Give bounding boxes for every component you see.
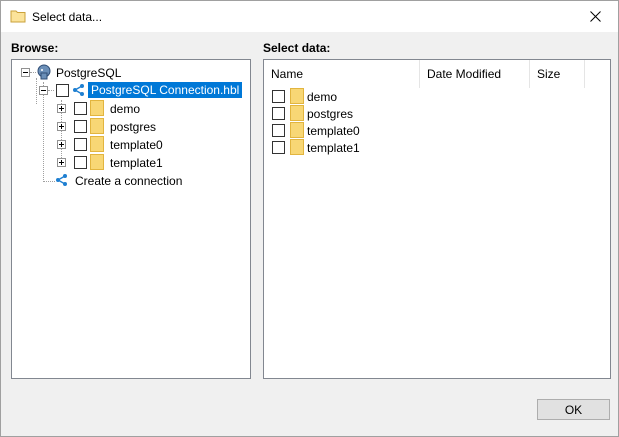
template0-checkbox[interactable] bbox=[74, 138, 87, 151]
list-item[interactable]: template0 bbox=[264, 122, 610, 140]
tree-line bbox=[48, 90, 54, 92]
template0-row-checkbox[interactable] bbox=[272, 124, 285, 137]
folder-icon bbox=[90, 100, 104, 116]
postgresql-elephant-icon bbox=[37, 64, 51, 80]
connection-checkbox[interactable] bbox=[56, 84, 69, 97]
close-button[interactable] bbox=[572, 1, 618, 32]
folder-icon bbox=[290, 139, 304, 155]
template1-row-checkbox[interactable] bbox=[272, 141, 285, 154]
tree-node-template0[interactable]: template0 bbox=[110, 138, 163, 152]
column-header-date-modified[interactable]: Date Modified bbox=[420, 60, 530, 88]
folder-icon bbox=[290, 122, 304, 138]
column-header-name[interactable]: Name bbox=[264, 60, 420, 88]
postgres-checkbox[interactable] bbox=[74, 120, 87, 133]
folder-icon bbox=[90, 154, 104, 170]
list-item-label: demo bbox=[307, 90, 338, 104]
list-item-label: template1 bbox=[307, 141, 360, 155]
folder-icon bbox=[90, 136, 104, 152]
tree-node-template1[interactable]: template1 bbox=[110, 156, 163, 170]
title-bar: Select data... bbox=[1, 1, 618, 32]
list-item[interactable]: postgres bbox=[264, 105, 610, 123]
data-list[interactable]: Name Date Modified Size demo postgres te… bbox=[263, 59, 611, 379]
demo-checkbox[interactable] bbox=[74, 102, 87, 115]
list-item-label: template0 bbox=[307, 124, 360, 138]
select-data-dialog: Select data... Browse: Select data: Post… bbox=[0, 0, 619, 437]
folder-icon bbox=[90, 118, 104, 134]
folder-icon bbox=[10, 10, 26, 23]
browse-tree[interactable]: PostgreSQL PostgreSQL Connection.hbl dem… bbox=[11, 59, 251, 379]
tree-node-postgres[interactable]: postgres bbox=[110, 120, 156, 134]
share-connection-icon bbox=[73, 84, 84, 96]
expand-template0-toggle[interactable] bbox=[57, 140, 66, 149]
postgres-row-checkbox[interactable] bbox=[272, 107, 285, 120]
tree-line bbox=[36, 78, 38, 104]
select-data-label: Select data: bbox=[263, 41, 331, 55]
tree-node-create-connection[interactable]: Create a connection bbox=[75, 174, 182, 188]
tree-node-connection[interactable]: PostgreSQL Connection.hbl bbox=[88, 82, 243, 98]
list-item-label: postgres bbox=[307, 107, 354, 121]
tree-line bbox=[43, 82, 45, 182]
column-header-size[interactable]: Size bbox=[530, 60, 585, 88]
folder-icon bbox=[290, 105, 304, 121]
tree-line bbox=[43, 181, 55, 183]
demo-row-checkbox[interactable] bbox=[272, 90, 285, 103]
window-title: Select data... bbox=[32, 10, 103, 24]
ok-button[interactable]: OK bbox=[537, 399, 610, 420]
tree-node-demo[interactable]: demo bbox=[110, 102, 140, 116]
list-item[interactable]: template1 bbox=[264, 139, 610, 157]
expand-demo-toggle[interactable] bbox=[57, 104, 66, 113]
expand-template1-toggle[interactable] bbox=[57, 158, 66, 167]
browse-label: Browse: bbox=[11, 41, 59, 55]
collapse-connection-toggle[interactable] bbox=[39, 86, 48, 95]
close-icon bbox=[589, 11, 601, 22]
folder-icon bbox=[290, 88, 304, 104]
share-connection-icon bbox=[56, 174, 67, 186]
collapse-postgresql-toggle[interactable] bbox=[21, 68, 30, 77]
tree-node-postgresql[interactable]: PostgreSQL bbox=[56, 66, 121, 80]
list-item[interactable]: demo bbox=[264, 88, 610, 106]
template1-checkbox[interactable] bbox=[74, 156, 87, 169]
expand-postgres-toggle[interactable] bbox=[57, 122, 66, 131]
